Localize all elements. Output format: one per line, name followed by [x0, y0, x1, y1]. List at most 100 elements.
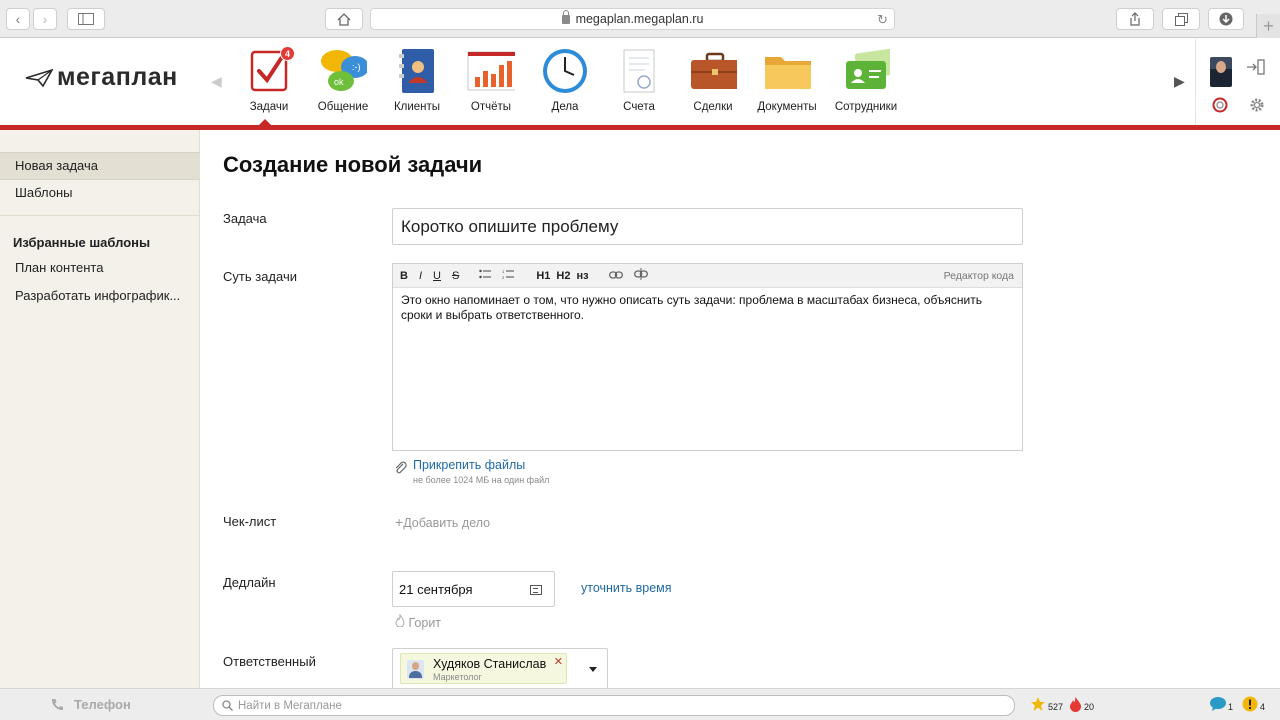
responsible-select[interactable]: Худяков Станислав Маркетолог ✕	[392, 648, 608, 690]
tabs-button[interactable]	[1162, 8, 1200, 30]
nav-label: Клиенты	[393, 101, 441, 113]
fire-counter[interactable]: 20	[1069, 696, 1094, 712]
nav-item-deals[interactable]: Сделки	[676, 47, 750, 113]
task-description-editor: B I U S 12 H1 H2 нз Редактор кода Это ок…	[392, 263, 1023, 451]
plus-icon: +	[1263, 15, 1274, 36]
favorites-heading: Избранные шаблоны	[13, 235, 151, 250]
sidebar-toggle-button[interactable]	[67, 8, 105, 30]
phone-button[interactable]: Телефон	[50, 697, 131, 712]
nav-item-employees[interactable]: Сотрудники	[824, 47, 908, 113]
messages-counter[interactable]: 1	[1209, 696, 1233, 712]
sidebar-item-content-plan[interactable]: План контента	[0, 255, 200, 281]
add-checklist-item-label: Добавить дело	[403, 516, 491, 530]
nav-label: Отчёты	[470, 101, 512, 113]
task-title-input[interactable]	[392, 208, 1023, 245]
add-checklist-item-button[interactable]: +Добавить дело	[395, 514, 490, 530]
lock-icon	[561, 9, 570, 24]
chat-bubbles-icon: ok:-)	[319, 47, 367, 95]
sidebar-item-new-task[interactable]: Новая задача	[0, 152, 200, 180]
stars-count: 527	[1048, 702, 1064, 712]
bold-button[interactable]: B	[400, 270, 408, 282]
attach-files-link[interactable]: Прикрепить файлы	[413, 458, 549, 472]
attach-files: Прикрепить файлы не более 1024 МБ на оди…	[394, 458, 549, 485]
deadline-label: Дедлайн	[223, 575, 276, 590]
bottom-bar: Телефон 527 20 1 4	[0, 688, 1280, 720]
essence-label: Суть задачи	[223, 269, 297, 284]
nav-item-reports[interactable]: Отчёты	[454, 47, 528, 113]
fire-count: 20	[1084, 702, 1095, 712]
address-bar[interactable]: megaplan.megaplan.ru ↻	[370, 8, 895, 30]
deadline-date-input[interactable]: 21 сентября	[392, 571, 555, 607]
back-button[interactable]: ‹	[6, 8, 30, 30]
phone-icon	[51, 698, 63, 710]
chat-bubble-icon	[1210, 697, 1226, 711]
briefcase-icon	[689, 47, 737, 95]
numbered-list-icon[interactable]: 12	[502, 269, 515, 282]
nav-scroll-left-icon[interactable]: ◀	[211, 73, 222, 90]
underline-button[interactable]: U	[433, 270, 441, 282]
svg-text:ok: ok	[334, 77, 344, 87]
link-icon[interactable]	[608, 270, 623, 282]
search-input[interactable]	[238, 699, 998, 712]
user-panel	[1195, 39, 1280, 125]
new-tab-button[interactable]: +	[1256, 14, 1280, 38]
nav-item-invoices[interactable]: Счета	[602, 47, 676, 113]
user-avatar[interactable]	[1210, 57, 1232, 87]
reload-icon[interactable]: ↻	[877, 12, 888, 28]
nav-scroll-right-icon[interactable]: ▶	[1174, 73, 1185, 90]
nav-item-clients[interactable]: Клиенты	[380, 47, 454, 113]
nav-item-documents[interactable]: Документы	[750, 47, 824, 113]
help-lifebuoy-icon[interactable]	[1212, 97, 1228, 113]
unlink-icon[interactable]	[633, 268, 648, 283]
stars-counter[interactable]: 527	[1030, 696, 1063, 712]
fire-icon	[1070, 697, 1081, 712]
home-button[interactable]	[325, 8, 363, 30]
heading3-button[interactable]: нз	[576, 270, 588, 282]
sidebar-item-infographic[interactable]: Разработать инфографик...	[0, 283, 200, 309]
burning-label: Горит	[408, 616, 442, 630]
svg-text:2: 2	[502, 275, 505, 279]
calendar-icon[interactable]	[530, 585, 542, 595]
app-header: мегаплан ◀ 4 Задачи ok:-) Общение Клиент…	[0, 39, 1280, 125]
nav-label: Дела	[551, 101, 579, 113]
nav-item-communication[interactable]: ok:-) Общение	[306, 47, 380, 113]
task-label: Задача	[223, 211, 267, 226]
paperclip-icon	[395, 461, 407, 474]
checklist-label: Чек-лист	[223, 514, 277, 529]
invoice-icon	[615, 47, 663, 95]
task-form: Создание новой задачи Задача Суть задачи…	[201, 130, 1280, 690]
nav-item-affairs[interactable]: Дела	[528, 47, 602, 113]
chevron-left-icon: ‹	[15, 11, 21, 27]
responsible-name: Худяков Станислав	[433, 657, 547, 671]
sidebar-icon	[78, 13, 94, 25]
nav-item-tasks[interactable]: 4 Задачи	[232, 46, 306, 113]
forward-button[interactable]: ›	[33, 8, 57, 30]
strikethrough-button[interactable]: S	[452, 270, 459, 282]
heading2-button[interactable]: H2	[556, 270, 570, 282]
deadline-date-value: 21 сентября	[399, 581, 473, 597]
bullet-list-icon[interactable]	[479, 269, 492, 282]
italic-button[interactable]: I	[419, 270, 422, 282]
remove-responsible-icon[interactable]: ✕	[554, 655, 563, 668]
share-button[interactable]	[1116, 8, 1154, 30]
home-icon	[337, 12, 351, 26]
clock-icon	[541, 47, 589, 95]
paper-plane-icon	[25, 68, 53, 87]
refine-time-link[interactable]: уточнить время	[581, 581, 672, 595]
sidebar-item-templates[interactable]: Шаблоны	[0, 180, 200, 206]
responsible-role: Маркетолог	[433, 672, 482, 682]
responsible-chip: Худяков Станислав Маркетолог ✕	[400, 653, 567, 684]
nav-label: Общение	[317, 101, 369, 113]
megaplan-logo[interactable]: мегаплан	[25, 63, 178, 92]
heading1-button[interactable]: H1	[536, 270, 550, 282]
logout-icon[interactable]	[1246, 59, 1266, 75]
warnings-counter[interactable]: 4	[1241, 696, 1265, 712]
burning-toggle[interactable]: Горит	[395, 613, 442, 630]
settings-gear-icon[interactable]	[1249, 97, 1265, 113]
chevron-down-icon[interactable]	[589, 667, 597, 672]
sidebar: Новая задача Шаблоны Избранные шаблоны П…	[0, 130, 200, 688]
description-text[interactable]: Это окно напоминает о том, что нужно опи…	[393, 288, 1022, 328]
code-editor-toggle[interactable]: Редактор кода	[944, 270, 1014, 282]
downloads-button[interactable]	[1208, 8, 1244, 30]
folder-icon	[763, 47, 811, 95]
